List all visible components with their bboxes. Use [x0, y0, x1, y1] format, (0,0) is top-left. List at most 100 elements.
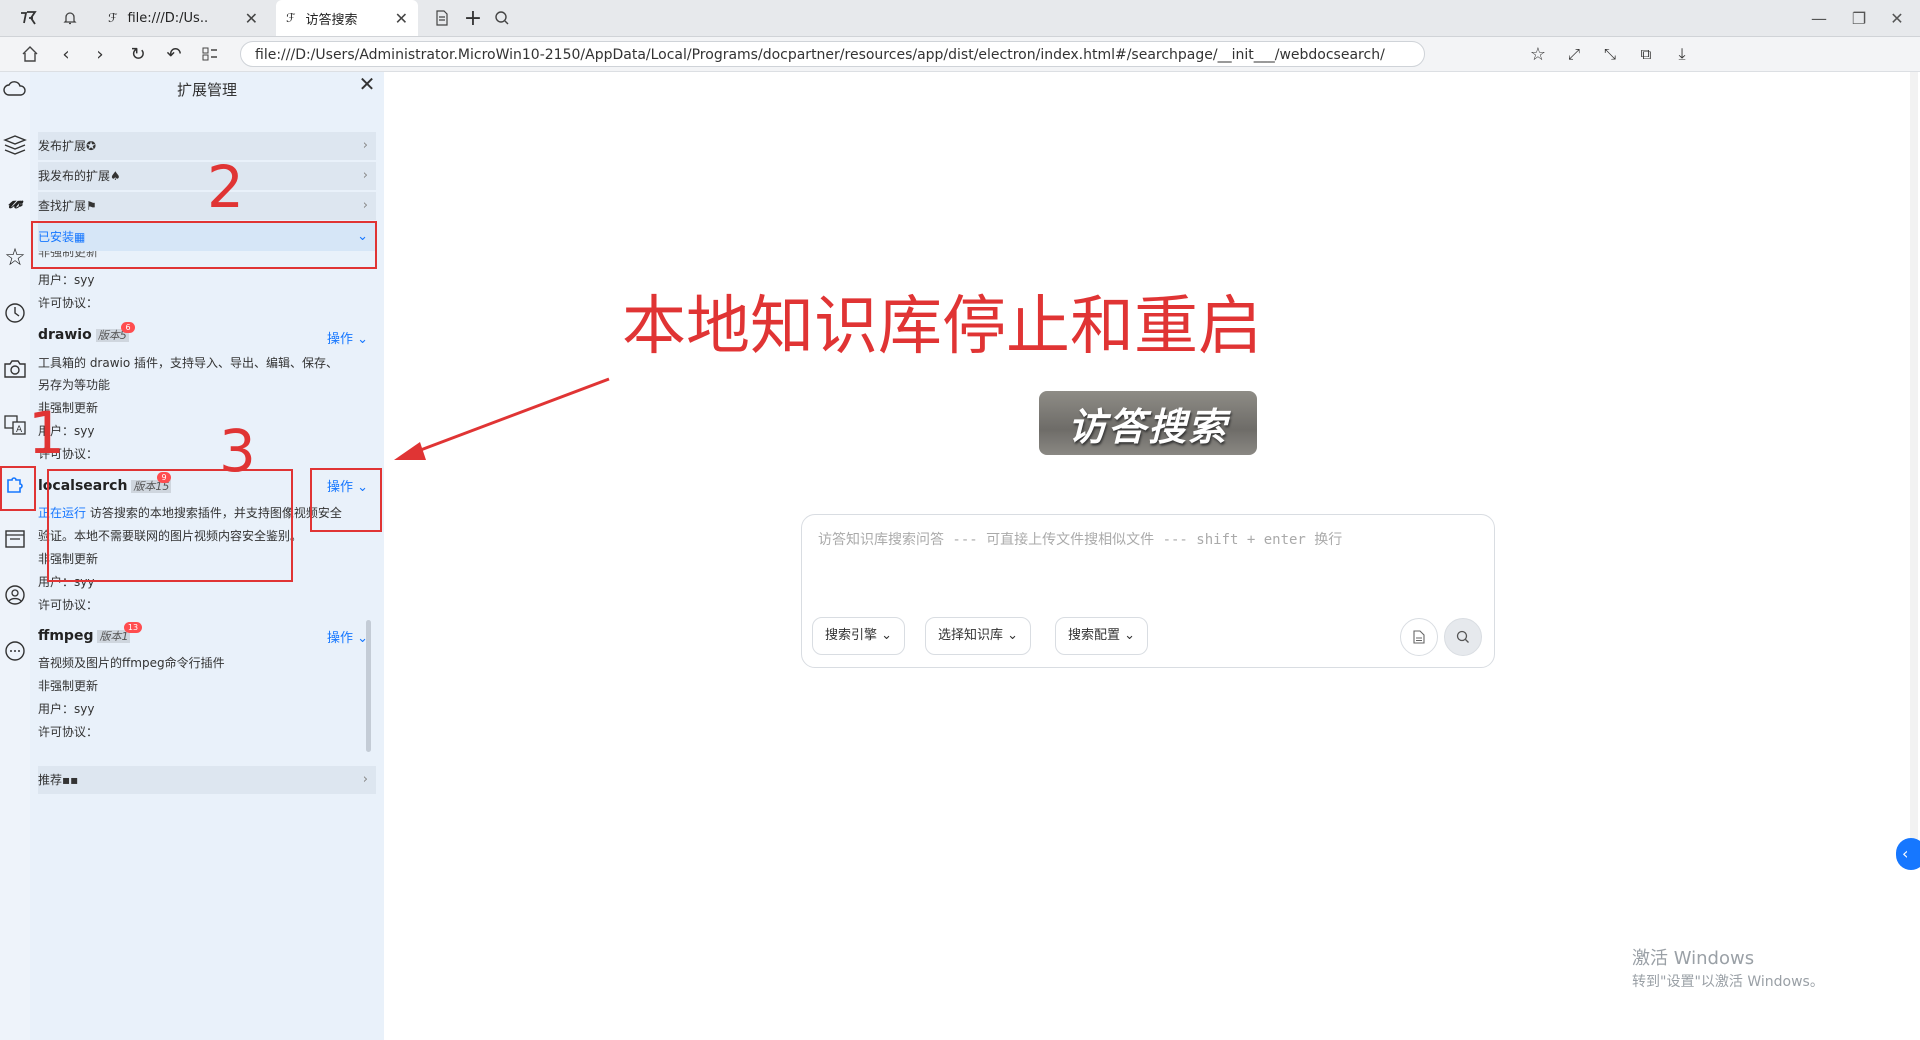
- clock-icon[interactable]: [0, 296, 30, 330]
- extension-name-text: drawio: [38, 327, 92, 343]
- translate-icon[interactable]: A: [0, 408, 30, 442]
- more-icon[interactable]: [0, 634, 30, 668]
- section-recommended[interactable]: 推荐▪▪ ›: [38, 766, 376, 794]
- badge: 13: [124, 622, 142, 633]
- user-text: 用户：syy: [38, 273, 95, 287]
- extension-name-text: ffmpeg: [38, 628, 94, 644]
- close-icon[interactable]: ✕: [395, 9, 408, 28]
- close-window-button[interactable]: ✕: [1874, 0, 1920, 36]
- collapse-sidebar-button[interactable]: ‹: [1896, 838, 1920, 870]
- license-text: 许可协议：: [38, 598, 99, 612]
- upload-file-button[interactable]: [1400, 618, 1438, 656]
- user-text: 用户：syy: [38, 702, 95, 716]
- search-engine-dropdown[interactable]: 搜索引擎 ⌄: [812, 617, 906, 655]
- svg-text:A: A: [16, 425, 23, 435]
- annotation-title: 本地知识库停止和重启: [622, 290, 1262, 364]
- license-text: 许可协议：: [38, 296, 99, 310]
- layers-icon[interactable]: [0, 128, 30, 162]
- browser-window-icon[interactable]: [0, 522, 30, 556]
- new-tab-icon[interactable]: +: [462, 6, 484, 31]
- forward-button[interactable]: ›: [84, 37, 116, 71]
- page-scrollbar[interactable]: [1910, 72, 1918, 862]
- section-label: 推荐▪▪: [38, 773, 79, 787]
- app-logo-icon[interactable]: [18, 8, 38, 28]
- section-label: 查找扩展⚑: [38, 199, 97, 213]
- chevron-down-icon: ⌄: [1007, 628, 1019, 643]
- address-bar: ‹ › ↻ ↶ file:///D:/Users/Administrator.M…: [0, 37, 1920, 72]
- chevron-right-icon: ›: [362, 198, 368, 213]
- operate-button[interactable]: 操作 ⌄: [327, 627, 368, 646]
- star-icon[interactable]: ☆: [0, 240, 30, 274]
- download-icon[interactable]: ⤓: [1666, 37, 1698, 71]
- search-box: 搜索引擎 ⌄ 选择知识库 ⌄ 搜索配置 ⌄: [801, 514, 1495, 668]
- app-logo: 访答搜索: [1039, 391, 1257, 455]
- operate-button[interactable]: 操作 ⌄: [327, 328, 368, 347]
- chevron-right-icon: ›: [362, 168, 368, 183]
- shrink-icon[interactable]: ⤡: [1594, 37, 1626, 71]
- tab-bar: ℱ file:///D:/Us.. ✕ ℱ 访答搜索 ✕ + — ❐ ✕: [0, 0, 1920, 37]
- search-submit-button[interactable]: [1444, 618, 1482, 656]
- annotation-number-3: 3: [219, 417, 256, 485]
- chevron-down-icon: ⌄: [357, 332, 369, 347]
- tab-label: file:///D:/Us..: [127, 10, 209, 26]
- windows-activation-title: 激活 Windows: [1632, 948, 1755, 969]
- camera-icon[interactable]: [0, 352, 30, 386]
- panel-scrollbar[interactable]: [366, 620, 371, 752]
- cloud-icon[interactable]: [0, 72, 30, 106]
- reader-mode-icon[interactable]: [194, 37, 226, 71]
- expand-icon[interactable]: ⤢: [1558, 37, 1590, 71]
- document-icon[interactable]: [432, 8, 452, 28]
- close-icon[interactable]: ✕: [245, 9, 258, 28]
- star-icon[interactable]: ☆: [1522, 37, 1554, 71]
- search-config-dropdown[interactable]: 搜索配置 ⌄: [1055, 617, 1149, 655]
- section-label: 我发布的扩展♠: [38, 169, 121, 183]
- close-icon[interactable]: ✕: [356, 72, 378, 100]
- home-icon[interactable]: [14, 37, 46, 71]
- refresh-icon[interactable]: ↻: [122, 37, 154, 71]
- app-brand-icon[interactable]: 𝓌: [0, 184, 30, 218]
- panel-title: 扩展管理: [176, 81, 237, 99]
- tab-search[interactable]: ℱ 访答搜索 ✕: [276, 0, 418, 36]
- section-label: 发布扩展✪: [38, 139, 97, 153]
- screenshot-icon[interactable]: ⧉: [1630, 37, 1662, 71]
- undo-icon[interactable]: ↶: [158, 37, 190, 71]
- user-icon[interactable]: [0, 578, 30, 612]
- arrow-shaft: [401, 377, 610, 459]
- annotation-number-2: 2: [207, 153, 244, 221]
- tab-favicon-icon: ℱ: [108, 11, 118, 25]
- annotation-box-extension-icon: [0, 466, 36, 511]
- search-icon: [1456, 630, 1469, 643]
- back-button[interactable]: ‹: [50, 37, 82, 71]
- operate-label: 操作: [327, 631, 354, 646]
- url-field[interactable]: file:///D:/Users/Administrator.MicroWin1…: [240, 41, 1425, 67]
- bell-icon[interactable]: [60, 8, 80, 28]
- description-text: 音视频及图片的ffmpeg命令行插件: [38, 656, 225, 670]
- file-icon: [1413, 630, 1425, 644]
- operate-label: 操作: [327, 332, 354, 347]
- annotation-arrow: [394, 377, 610, 460]
- extension-name: ffmpeg 版本1: [38, 628, 131, 644]
- dropdown-label: 选择知识库: [938, 628, 1004, 643]
- update-text: 非强制更新: [38, 679, 99, 693]
- left-rail: 𝓌 ☆ A: [0, 72, 30, 1040]
- chevron-down-icon: ⌄: [1124, 628, 1136, 643]
- knowledge-base-dropdown[interactable]: 选择知识库 ⌄: [925, 617, 1032, 655]
- annotation-number-1: 1: [28, 399, 65, 467]
- license-text: 许可协议：: [38, 725, 99, 739]
- search-icon[interactable]: [492, 8, 512, 28]
- logo-text: 访答搜索: [1067, 404, 1228, 449]
- search-input[interactable]: [816, 527, 1480, 591]
- badge: 6: [121, 322, 135, 333]
- annotation-box-installed: [31, 221, 377, 269]
- description-text: 另存为等功能: [38, 378, 111, 392]
- tab-label: 访答搜索: [305, 12, 358, 28]
- chevron-down-icon: ⌄: [881, 628, 893, 643]
- annotation-box-localsearch: [47, 469, 293, 582]
- dropdown-label: 搜索引擎: [825, 628, 878, 643]
- chevron-right-icon: ›: [362, 772, 368, 787]
- windows-activation-subtitle: 转到"设置"以激活 Windows。: [1632, 974, 1824, 990]
- tab-favicon-icon: ℱ: [286, 11, 296, 25]
- annotation-box-operate: [310, 468, 382, 532]
- extension-name: drawio 版本5: [38, 327, 129, 343]
- tab-file[interactable]: ℱ file:///D:/Us.. ✕: [98, 0, 268, 36]
